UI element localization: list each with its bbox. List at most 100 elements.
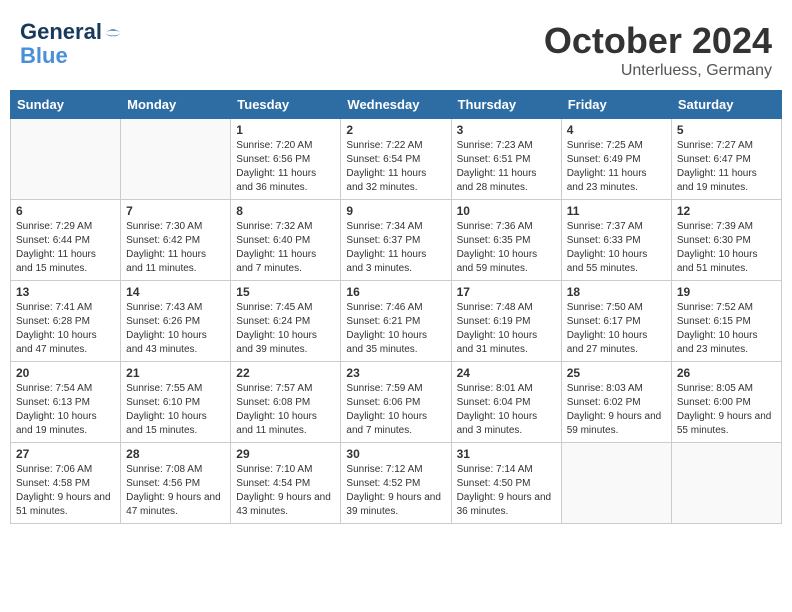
- calendar-week-row: 1 Sunrise: 7:20 AMSunset: 6:56 PMDaylight…: [11, 119, 782, 200]
- day-number: 30: [346, 447, 445, 461]
- day-number: 25: [567, 366, 666, 380]
- table-row: 12Sunrise: 7:39 AMSunset: 6:30 PMDayligh…: [671, 200, 781, 281]
- day-number: 5: [677, 123, 776, 137]
- day-info: Sunrise: 7:43 AMSunset: 6:26 PMDaylight:…: [126, 301, 225, 357]
- table-row: [671, 443, 781, 524]
- location: Unterluess, Germany: [544, 62, 772, 80]
- table-row: [121, 119, 231, 200]
- table-row: 14 Sunrise: 7:43 AMSunset: 6:26 PMDayligh…: [121, 281, 231, 362]
- table-row: [11, 119, 121, 200]
- table-row: 24 Sunrise: 8:01 AMSunset: 6:04 PMDayligh…: [451, 362, 561, 443]
- header-saturday: Saturday: [671, 91, 781, 119]
- day-info: Sunrise: 7:45 AMSunset: 6:24 PMDaylight:…: [236, 301, 335, 357]
- calendar-week-row: 20Sunrise: 7:54 AMSunset: 6:13 PMDayligh…: [11, 362, 782, 443]
- calendar-table: Sunday Monday Tuesday Wednesday Thursday…: [10, 90, 782, 524]
- day-number: 24: [457, 366, 556, 380]
- day-number: 19: [677, 285, 776, 299]
- table-row: 8 Sunrise: 7:32 AMSunset: 6:40 PMDaylight…: [231, 200, 341, 281]
- day-info: Sunrise: 7:20 AMSunset: 6:56 PMDaylight:…: [236, 139, 335, 195]
- day-number: 27: [16, 447, 115, 461]
- table-row: 18 Sunrise: 7:50 AMSunset: 6:17 PMDayligh…: [561, 281, 671, 362]
- day-number: 22: [236, 366, 335, 380]
- day-info: Sunrise: 7:12 AMSunset: 4:52 PMDaylight:…: [346, 463, 445, 519]
- day-number: 3: [457, 123, 556, 137]
- day-number: 23: [346, 366, 445, 380]
- day-info: Sunrise: 7:22 AMSunset: 6:54 PMDaylight:…: [346, 139, 445, 195]
- table-row: [561, 443, 671, 524]
- logo-blue: Blue: [20, 43, 68, 68]
- table-row: 22Sunrise: 7:57 AMSunset: 6:08 PMDayligh…: [231, 362, 341, 443]
- day-number: 14: [126, 285, 225, 299]
- table-row: 2 Sunrise: 7:22 AMSunset: 6:54 PMDaylight…: [341, 119, 451, 200]
- table-row: 27 Sunrise: 7:06 AMSunset: 4:58 PMDayligh…: [11, 443, 121, 524]
- day-number: 2: [346, 123, 445, 137]
- day-info: Sunrise: 7:59 AMSunset: 6:06 PMDaylight:…: [346, 382, 445, 438]
- day-info: Sunrise: 7:23 AMSunset: 6:51 PMDaylight:…: [457, 139, 556, 195]
- month-title: October 2024 Unterluess, Germany: [544, 20, 772, 80]
- calendar-header-row: Sunday Monday Tuesday Wednesday Thursday…: [11, 91, 782, 119]
- day-info: Sunrise: 7:46 AMSunset: 6:21 PMDaylight:…: [346, 301, 445, 357]
- day-number: 21: [126, 366, 225, 380]
- day-number: 16: [346, 285, 445, 299]
- header-thursday: Thursday: [451, 91, 561, 119]
- calendar-week-row: 6Sunrise: 7:29 AMSunset: 6:44 PMDaylight…: [11, 200, 782, 281]
- calendar-week-row: 27 Sunrise: 7:06 AMSunset: 4:58 PMDayligh…: [11, 443, 782, 524]
- day-info: Sunrise: 8:05 AMSunset: 6:00 PMDaylight:…: [677, 382, 776, 438]
- day-info: Sunrise: 7:30 AMSunset: 6:42 PMDaylight:…: [126, 220, 225, 276]
- header-friday: Friday: [561, 91, 671, 119]
- day-info: Sunrise: 7:10 AMSunset: 4:54 PMDaylight:…: [236, 463, 335, 519]
- day-number: 13: [16, 285, 115, 299]
- month-year: October 2024: [544, 20, 772, 62]
- day-info: Sunrise: 7:37 AMSunset: 6:33 PMDaylight:…: [567, 220, 666, 276]
- table-row: 21 Sunrise: 7:55 AMSunset: 6:10 PMDayligh…: [121, 362, 231, 443]
- day-number: 8: [236, 204, 335, 218]
- day-info: Sunrise: 7:41 AMSunset: 6:28 PMDaylight:…: [16, 301, 115, 357]
- day-number: 12: [677, 204, 776, 218]
- day-number: 9: [346, 204, 445, 218]
- day-info: Sunrise: 7:06 AMSunset: 4:58 PMDaylight:…: [16, 463, 115, 519]
- day-number: 31: [457, 447, 556, 461]
- table-row: 13 Sunrise: 7:41 AMSunset: 6:28 PMDayligh…: [11, 281, 121, 362]
- day-number: 18: [567, 285, 666, 299]
- logo: General Blue: [20, 20, 122, 68]
- day-info: Sunrise: 7:48 AMSunset: 6:19 PMDaylight:…: [457, 301, 556, 357]
- day-number: 11: [567, 204, 666, 218]
- header-monday: Monday: [121, 91, 231, 119]
- table-row: 6Sunrise: 7:29 AMSunset: 6:44 PMDaylight…: [11, 200, 121, 281]
- table-row: 16 Sunrise: 7:46 AMSunset: 6:21 PMDayligh…: [341, 281, 451, 362]
- day-info: Sunrise: 7:34 AMSunset: 6:37 PMDaylight:…: [346, 220, 445, 276]
- day-info: Sunrise: 7:52 AMSunset: 6:15 PMDaylight:…: [677, 301, 776, 357]
- day-info: Sunrise: 7:25 AMSunset: 6:49 PMDaylight:…: [567, 139, 666, 195]
- day-info: Sunrise: 7:14 AMSunset: 4:50 PMDaylight:…: [457, 463, 556, 519]
- table-row: 11 Sunrise: 7:37 AMSunset: 6:33 PMDayligh…: [561, 200, 671, 281]
- header-tuesday: Tuesday: [231, 91, 341, 119]
- day-info: Sunrise: 7:36 AMSunset: 6:35 PMDaylight:…: [457, 220, 556, 276]
- day-number: 10: [457, 204, 556, 218]
- table-row: 26 Sunrise: 8:05 AMSunset: 6:00 PMDayligh…: [671, 362, 781, 443]
- day-number: 29: [236, 447, 335, 461]
- day-info: Sunrise: 7:27 AMSunset: 6:47 PMDaylight:…: [677, 139, 776, 195]
- day-info: Sunrise: 7:55 AMSunset: 6:10 PMDaylight:…: [126, 382, 225, 438]
- table-row: 19 Sunrise: 7:52 AMSunset: 6:15 PMDayligh…: [671, 281, 781, 362]
- day-number: 26: [677, 366, 776, 380]
- table-row: 1 Sunrise: 7:20 AMSunset: 6:56 PMDaylight…: [231, 119, 341, 200]
- day-number: 28: [126, 447, 225, 461]
- day-info: Sunrise: 7:54 AMSunset: 6:13 PMDaylight:…: [16, 382, 115, 438]
- table-row: 9 Sunrise: 7:34 AMSunset: 6:37 PMDaylight…: [341, 200, 451, 281]
- day-info: Sunrise: 7:08 AMSunset: 4:56 PMDaylight:…: [126, 463, 225, 519]
- day-info: Sunrise: 7:50 AMSunset: 6:17 PMDaylight:…: [567, 301, 666, 357]
- table-row: 31 Sunrise: 7:14 AMSunset: 4:50 PMDayligh…: [451, 443, 561, 524]
- day-number: 1: [236, 123, 335, 137]
- day-number: 6: [16, 204, 115, 218]
- calendar-week-row: 13 Sunrise: 7:41 AMSunset: 6:28 PMDayligh…: [11, 281, 782, 362]
- day-info: Sunrise: 7:32 AMSunset: 6:40 PMDaylight:…: [236, 220, 335, 276]
- table-row: 17 Sunrise: 7:48 AMSunset: 6:19 PMDayligh…: [451, 281, 561, 362]
- table-row: 10 Sunrise: 7:36 AMSunset: 6:35 PMDayligh…: [451, 200, 561, 281]
- day-number: 15: [236, 285, 335, 299]
- table-row: 4 Sunrise: 7:25 AMSunset: 6:49 PMDaylight…: [561, 119, 671, 200]
- day-number: 17: [457, 285, 556, 299]
- logo-text: General Blue: [20, 20, 122, 68]
- day-info: Sunrise: 8:01 AMSunset: 6:04 PMDaylight:…: [457, 382, 556, 438]
- table-row: 3 Sunrise: 7:23 AMSunset: 6:51 PMDaylight…: [451, 119, 561, 200]
- day-number: 4: [567, 123, 666, 137]
